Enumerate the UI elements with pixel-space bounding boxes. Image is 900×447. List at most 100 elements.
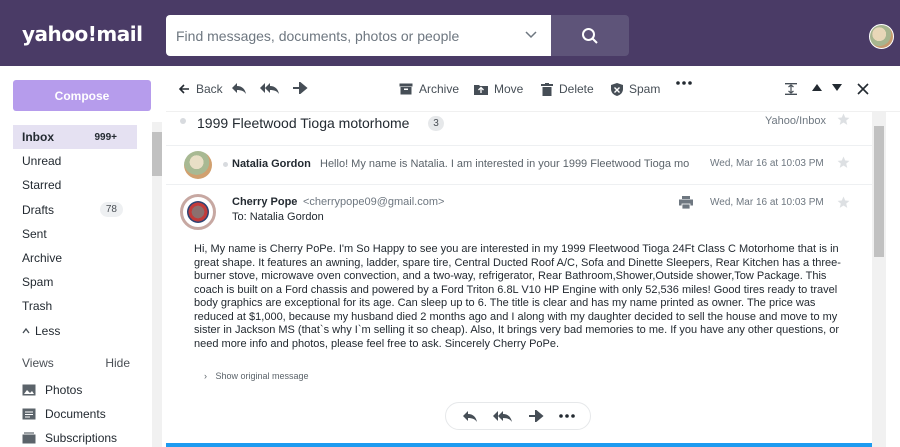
sidebar-item-drafts[interactable]: Drafts 78: [13, 198, 137, 222]
reply-all-icon: [492, 411, 512, 422]
message-body: Hi, My name is Cherry PoPe. I'm So Happy…: [194, 243, 841, 350]
views-label: Views: [22, 356, 54, 370]
message-view: 1999 Fleetwood Tioga motorhome 3 Yahoo/I…: [166, 112, 872, 447]
collapsed-message-row[interactable]: Natalia Gordon Hello! My name is Natalia…: [166, 145, 872, 185]
search-input[interactable]: [166, 15, 506, 56]
reply-icon: [462, 411, 477, 422]
sender-email[interactable]: <cherrypope09@gmail.com>: [303, 196, 444, 208]
more-actions-button[interactable]: [558, 414, 575, 418]
view-item-documents[interactable]: Documents: [22, 407, 106, 421]
spam-button[interactable]: Spam: [611, 82, 660, 96]
sidebar-item-label: Less: [35, 323, 61, 338]
star-icon[interactable]: [837, 113, 850, 126]
sender-name[interactable]: Cherry Pope: [232, 196, 297, 208]
sidebar-item-archive[interactable]: Archive: [13, 246, 137, 270]
forward-icon: [528, 410, 544, 422]
previous-message-button[interactable]: [812, 84, 828, 91]
archive-label: Archive: [419, 82, 460, 96]
sidebar-item-spam[interactable]: Spam: [13, 270, 137, 294]
sidebar-item-less[interactable]: Less: [13, 319, 137, 343]
reply-all-button[interactable]: [492, 410, 513, 422]
sidebar-item-label: Archive: [22, 251, 63, 266]
back-button[interactable]: Back: [178, 82, 223, 96]
move-label: Move: [494, 82, 524, 96]
chevron-down-icon[interactable]: [525, 28, 537, 40]
print-icon[interactable]: [679, 196, 693, 209]
folder-label: Yahoo/Inbox: [765, 115, 826, 127]
reply-all-icon: [260, 83, 279, 94]
caret-down-icon: [832, 84, 842, 91]
sidebar-item-starred[interactable]: Starred: [13, 173, 137, 197]
forward-icon: [293, 82, 308, 94]
forward-button[interactable]: [292, 82, 314, 94]
sidebar-scrollbar[interactable]: [152, 122, 162, 447]
sender-avatar: [184, 151, 212, 179]
message-scrollbar[interactable]: [872, 112, 886, 447]
back-label: Back: [196, 82, 223, 96]
view-item-label: Documents: [45, 407, 106, 421]
next-message-button[interactable]: [832, 84, 848, 91]
more-horizontal-icon: [558, 414, 575, 418]
compose-focus-line: [166, 443, 872, 447]
message-date: Wed, Mar 16 at 10:03 PM: [710, 197, 824, 208]
drafts-count-badge: 78: [99, 202, 123, 218]
scrollbar-thumb[interactable]: [874, 126, 884, 257]
search-box[interactable]: [166, 15, 551, 56]
show-original-label: Show original message: [215, 371, 309, 381]
show-original-message-link[interactable]: › Show original message: [204, 371, 309, 381]
search-icon: [582, 27, 598, 44]
move-folder-icon: [474, 85, 488, 95]
folder-list: Inbox 999+ Unread Starred Drafts 78 Sent…: [13, 125, 137, 343]
star-icon[interactable]: [837, 156, 850, 169]
sidebar-item-inbox[interactable]: Inbox 999+: [13, 125, 137, 150]
more-actions-button[interactable]: [676, 81, 698, 85]
reply-all-button[interactable]: [260, 82, 286, 94]
forward-button[interactable]: [528, 410, 544, 422]
compose-button[interactable]: Compose: [13, 80, 151, 111]
hide-views-button[interactable]: Hide: [105, 356, 130, 370]
scrollbar-thumb[interactable]: [152, 132, 162, 176]
message-date: Wed, Mar 16 at 10:03 PM: [710, 158, 824, 169]
subject-row: 1999 Fleetwood Tioga motorhome 3 Yahoo/I…: [166, 112, 872, 138]
arrow-left-icon: [178, 84, 189, 94]
star-icon[interactable]: [837, 196, 850, 209]
sender-name: Natalia Gordon: [232, 158, 311, 170]
sidebar-item-label: Starred: [22, 178, 62, 193]
reply-button[interactable]: [231, 82, 253, 94]
search-button[interactable]: [551, 15, 629, 56]
thread-count-badge: 3: [428, 116, 444, 131]
archive-icon: [399, 83, 413, 95]
subscriptions-icon: [22, 432, 36, 444]
view-item-subscriptions[interactable]: Subscriptions: [22, 431, 117, 445]
top-bar: yahoo!mail: [0, 0, 900, 66]
sidebar-item-label: Unread: [22, 154, 62, 169]
reply-button[interactable]: [462, 410, 478, 422]
more-horizontal-icon: [676, 81, 692, 85]
sidebar-item-sent[interactable]: Sent: [13, 222, 137, 246]
sidebar-item-label: Trash: [22, 299, 53, 314]
sidebar-item-label: Spam: [22, 275, 54, 290]
sender-avatar: [180, 194, 216, 230]
sidebar-item-trash[interactable]: Trash: [13, 294, 137, 318]
spam-label: Spam: [629, 82, 661, 96]
avatar-image: [187, 201, 209, 223]
delete-label: Delete: [559, 82, 594, 96]
move-button[interactable]: Move: [474, 82, 523, 96]
archive-button[interactable]: Archive: [399, 82, 459, 96]
close-message-button[interactable]: [857, 83, 875, 95]
delete-button[interactable]: Delete: [541, 82, 594, 96]
message-subject: 1999 Fleetwood Tioga motorhome: [197, 115, 410, 131]
views-header: Views Hide: [13, 356, 137, 370]
shield-icon: [611, 82, 623, 96]
photo-icon: [22, 384, 36, 396]
collapse-icon: [785, 83, 797, 95]
document-icon: [22, 408, 36, 420]
sidebar-item-unread[interactable]: Unread: [13, 149, 137, 173]
yahoo-mail-logo[interactable]: yahoo!mail: [22, 22, 143, 46]
message-snippet: Hello! My name is Natalia. I am interest…: [320, 158, 690, 170]
view-item-photos[interactable]: Photos: [22, 383, 82, 397]
profile-avatar[interactable]: [869, 24, 894, 49]
unread-dot: [223, 162, 228, 167]
expand-collapse-button[interactable]: [785, 83, 803, 95]
quick-reply-bar: [445, 402, 591, 430]
